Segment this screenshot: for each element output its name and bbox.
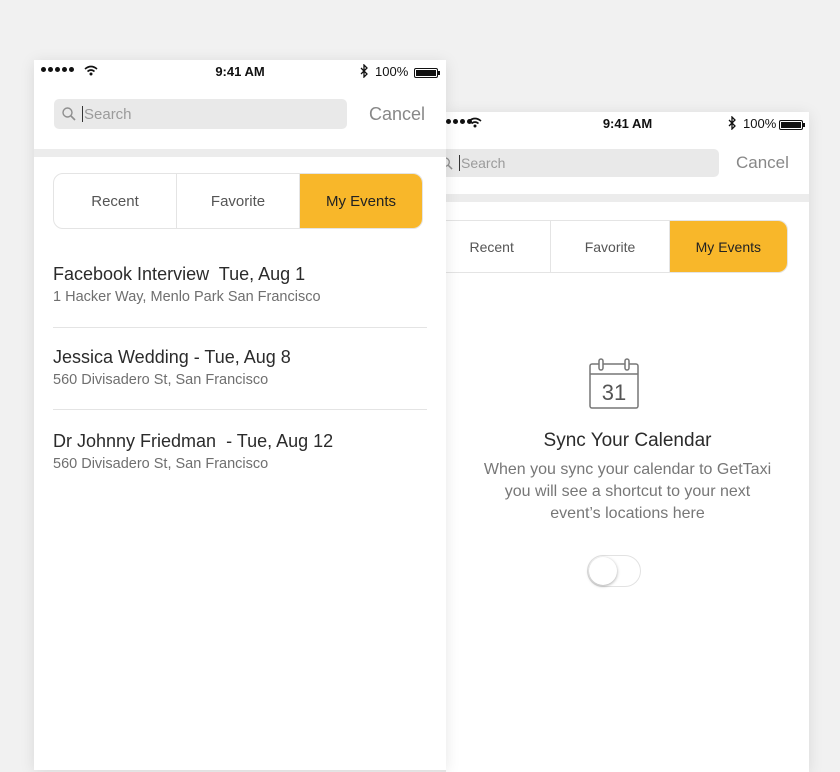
search-icon xyxy=(446,156,453,170)
status-bar: 9:41 AM 100% xyxy=(446,112,809,136)
event-address: 560 Divisadero St, San Francisco xyxy=(53,372,269,388)
event-address: 560 Divisadero St, San Francisco xyxy=(53,456,269,472)
tab-my-events[interactable]: My Events xyxy=(300,174,422,228)
sync-calendar-title: Sync Your Calendar xyxy=(543,430,712,451)
list-divider xyxy=(53,409,427,410)
description-line: event’s locations here xyxy=(550,505,705,522)
calendar-icon: 31 xyxy=(589,358,639,409)
segmented-tabs: Recent Favorite My Events xyxy=(446,220,788,273)
section-divider xyxy=(34,149,446,157)
battery-percentage: 100% xyxy=(375,64,409,79)
toggle-knob xyxy=(589,557,617,585)
battery-icon xyxy=(414,68,440,78)
tab-favorite[interactable]: Favorite xyxy=(177,174,300,228)
search-input[interactable]: Search xyxy=(446,149,719,177)
cancel-button[interactable]: Cancel xyxy=(369,104,425,125)
bluetooth-icon xyxy=(360,64,368,78)
tab-recent[interactable]: Recent xyxy=(54,174,177,228)
tab-recent[interactable]: Recent xyxy=(446,221,552,272)
sync-calendar-description: When you sync your calendar to GetTaxi y… xyxy=(446,459,809,525)
battery-icon xyxy=(779,120,805,130)
text-cursor xyxy=(459,155,460,171)
event-list-item[interactable]: Facebook Interview Tue, Aug 1 1 Hacker W… xyxy=(53,264,427,305)
search-bar: Search Cancel xyxy=(446,136,809,188)
bluetooth-icon xyxy=(728,116,736,130)
list-divider xyxy=(53,327,427,328)
segmented-tabs: Recent Favorite My Events xyxy=(53,173,423,229)
sync-calendar-toggle[interactable] xyxy=(587,555,641,587)
phone-screen-events-list: 9:41 AM 100% Search Cancel Recent Favori… xyxy=(34,60,446,770)
status-bar: 9:41 AM 100% xyxy=(34,60,446,84)
divider-line xyxy=(53,409,427,410)
event-title: Dr Johnny Friedman - Tue, Aug 12 xyxy=(53,431,334,451)
search-placeholder: Search xyxy=(84,105,132,123)
event-list-item[interactable]: Jessica Wedding - Tue, Aug 8 560 Divisad… xyxy=(53,347,427,388)
tab-favorite[interactable]: Favorite xyxy=(551,221,670,272)
tab-my-events[interactable]: My Events xyxy=(669,221,787,272)
event-title: Jessica Wedding - Tue, Aug 8 xyxy=(53,347,291,367)
text-cursor xyxy=(82,106,83,122)
section-divider xyxy=(446,194,809,202)
description-line: you will see a shortcut to your next xyxy=(504,483,751,500)
event-title: Facebook Interview Tue, Aug 1 xyxy=(53,264,306,284)
event-address: 1 Hacker Way, Menlo Park San Francisco xyxy=(53,289,321,305)
calendar-day-number: 31 xyxy=(602,380,626,405)
search-icon xyxy=(62,107,76,121)
event-list-item[interactable]: Dr Johnny Friedman - Tue, Aug 12 560 Div… xyxy=(53,431,427,472)
divider-line xyxy=(53,327,427,328)
search-input[interactable]: Search xyxy=(54,99,347,129)
cancel-button[interactable]: Cancel xyxy=(736,153,789,173)
phone-screen-sync-calendar: 9:41 AM 100% Search Cancel Recent Favori… xyxy=(446,112,809,772)
battery-percentage: 100% xyxy=(743,116,777,131)
search-bar: Search Cancel xyxy=(34,84,446,146)
search-placeholder: Search xyxy=(461,155,506,171)
description-line: When you sync your calendar to GetTaxi xyxy=(483,461,772,478)
